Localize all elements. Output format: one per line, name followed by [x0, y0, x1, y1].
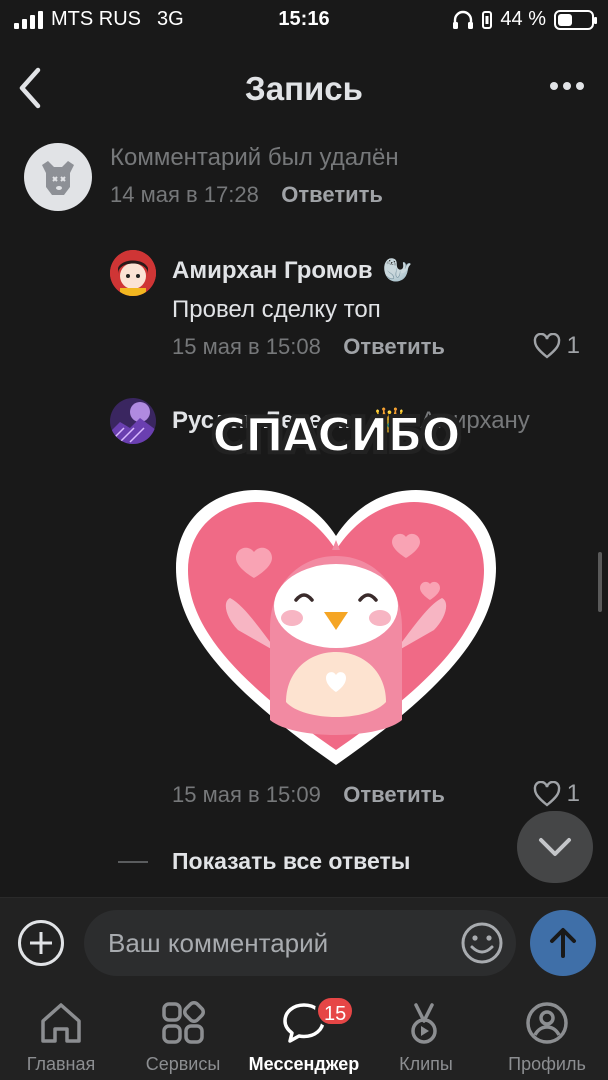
comment-author[interactable]: Амирхан Громов [172, 257, 373, 285]
emoji-button[interactable] [460, 921, 504, 965]
like-button[interactable]: 1 [533, 780, 580, 808]
reply-button[interactable]: Ответить [343, 782, 445, 807]
show-all-replies-label: Показать все ответы [172, 848, 411, 874]
home-icon [41, 1003, 81, 1043]
deleted-comment-text: Комментарий был удалён [110, 144, 399, 171]
tab-services[interactable]: Сервисы [122, 991, 244, 1080]
more-dot-icon [563, 82, 571, 90]
reply-button[interactable]: Ответить [281, 182, 383, 207]
like-count: 1 [566, 780, 580, 807]
orientation-lock-icon [482, 10, 493, 29]
comment-composer [0, 897, 608, 991]
tab-home[interactable]: Главная [0, 991, 122, 1080]
like-count: 1 [566, 332, 580, 359]
penguin-heart-sticker-icon [176, 490, 496, 765]
tab-profile[interactable]: Профиль [486, 991, 608, 1080]
header: Запись [0, 48, 608, 128]
status-right: 44 % [452, 8, 597, 31]
amirkhan-avatar[interactable] [110, 250, 156, 296]
scrollbar[interactable] [598, 552, 602, 612]
profile-icon [526, 1002, 568, 1044]
more-dot-icon [576, 82, 584, 90]
more-dot-icon [550, 82, 558, 90]
heart-icon [533, 333, 560, 359]
tab-label: Клипы [399, 1054, 453, 1074]
more-options-button[interactable] [550, 82, 584, 90]
comment-sticker: Руслан Лепест... 👑 Амирхану СПАСИБО 15 м… [0, 396, 608, 816]
show-all-replies[interactable]: Показать все ответы [118, 848, 410, 875]
reply-button[interactable]: Ответить [343, 334, 445, 359]
sticker[interactable]: СПАСИБО [168, 407, 504, 770]
divider-line [118, 860, 148, 863]
chevron-down-icon [539, 838, 571, 856]
comment-deleted: Комментарий был удалён 14 мая в 17:28 От… [0, 140, 608, 220]
comment-date: 14 мая в 17:28 [110, 182, 259, 207]
comment-text: Провел сделку топ [172, 296, 381, 323]
tab-label: Главная [26, 1054, 96, 1074]
comment-date: 15 мая в 15:08 [172, 334, 321, 359]
comment-meta: 15 мая в 15:08 Ответить [172, 334, 445, 360]
comment-reply: Амирхан Громов 🦭 Провел сделку топ 15 ма… [0, 248, 608, 368]
avatar-image [110, 398, 156, 444]
battery-percent: 44 % [500, 8, 546, 30]
comment-date: 15 мая в 15:09 [172, 782, 321, 807]
deleted-dog-icon [42, 161, 74, 195]
smile-icon [461, 922, 503, 964]
tab-label: Сервисы [145, 1054, 221, 1074]
comment-meta: 14 мая в 17:28 Ответить [110, 182, 383, 208]
sticker-caption: СПАСИБО [211, 407, 461, 463]
tab-label: Мессенджер [248, 1054, 360, 1074]
heart-icon [533, 781, 560, 807]
unread-badge: 15 [315, 995, 356, 1027]
ruslan-avatar[interactable] [110, 398, 156, 444]
comment-author-row: Амирхан Громов 🦭 [172, 256, 412, 285]
services-icon [162, 1001, 205, 1044]
tab-clips[interactable]: Клипы [365, 991, 487, 1080]
avatar-image [110, 250, 156, 296]
page-title: Запись [245, 70, 363, 107]
comment-input[interactable] [84, 910, 516, 976]
tab-bar: Главная Сервисы 15 Мессенджер Клипы Проф… [0, 991, 608, 1080]
headphones-icon [453, 10, 474, 29]
status-bar: MTS RUS 3G 15:16 44 % [0, 0, 608, 40]
like-button[interactable]: 1 [533, 332, 580, 360]
send-button[interactable] [530, 910, 596, 976]
tab-messenger[interactable]: 15 Мессенджер [243, 991, 365, 1080]
attach-button[interactable] [18, 920, 64, 966]
comment-meta: 15 мая в 15:09 Ответить [172, 782, 445, 808]
deleted-user-avatar [24, 143, 92, 211]
scroll-down-button[interactable] [517, 811, 593, 883]
clips-icon [411, 1003, 437, 1044]
tab-label: Профиль [508, 1054, 586, 1074]
battery-icon [554, 9, 597, 30]
seal-badge-icon: 🦭 [382, 257, 413, 284]
arrow-up-icon [550, 928, 576, 958]
